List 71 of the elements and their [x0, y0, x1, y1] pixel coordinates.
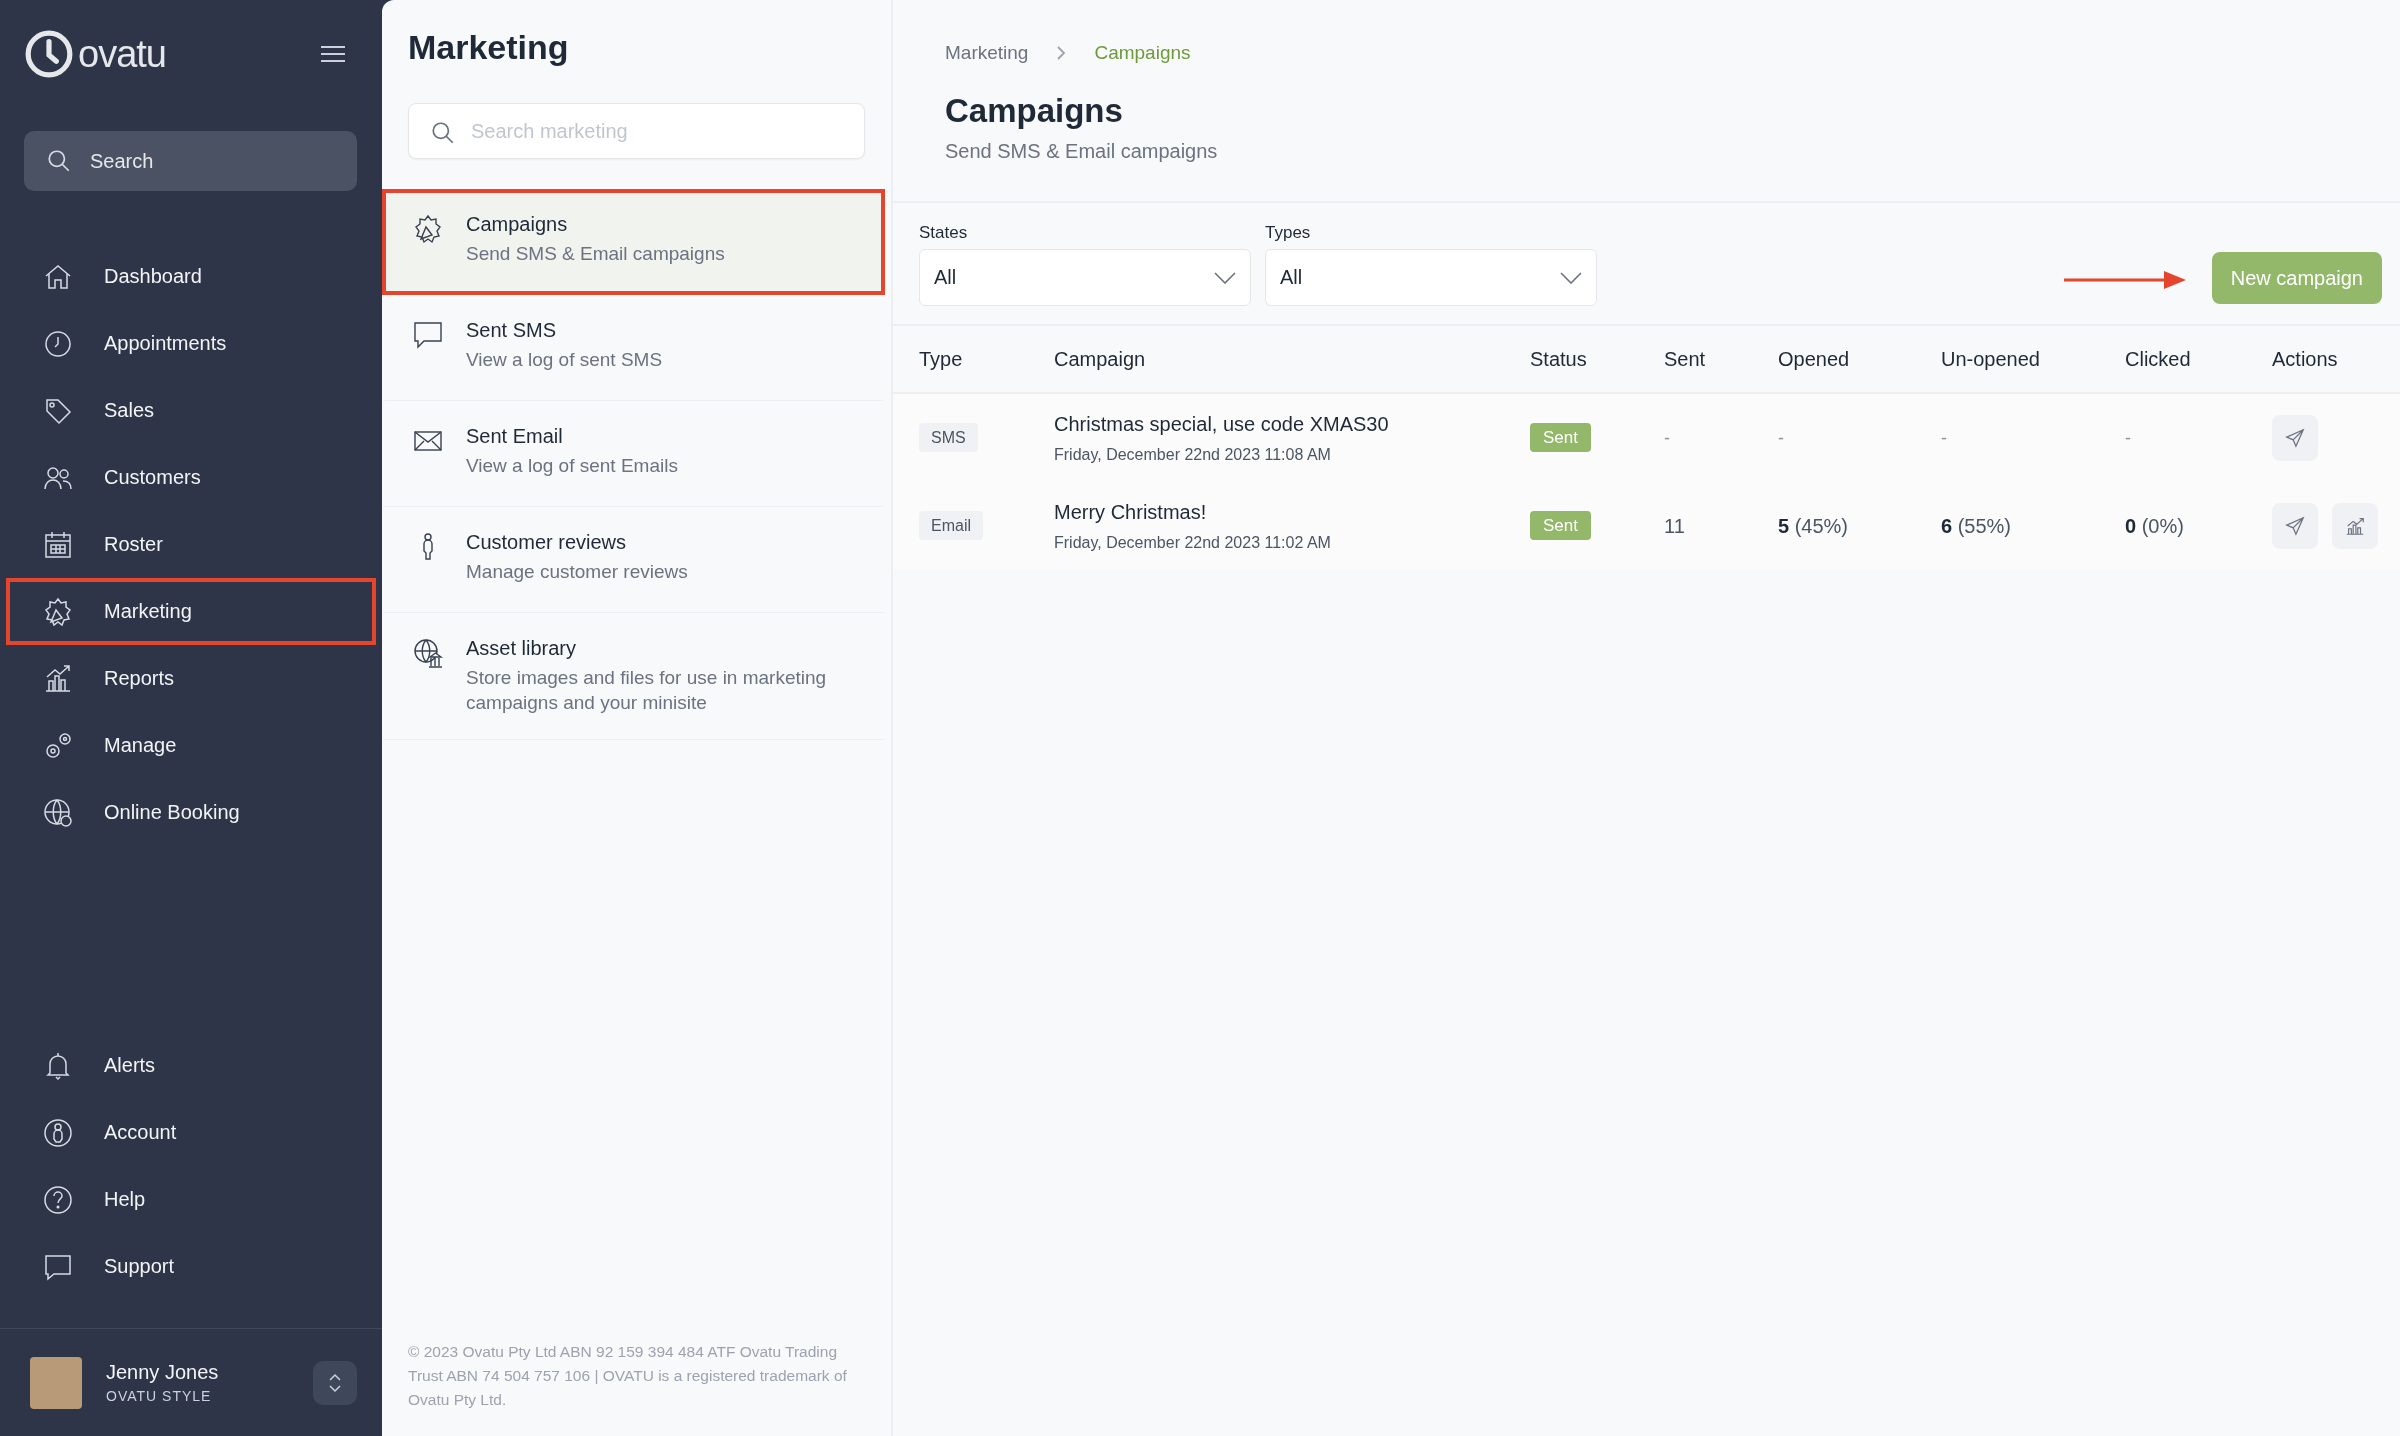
submenu-item[interactable]: Asset library Store images and files for use in marketing campaigns and your minisite	[382, 613, 885, 741]
logo-text: ovatu	[78, 32, 166, 76]
page-title: Campaigns	[945, 92, 1124, 130]
submenu-item[interactable]: Customer reviews Manage customer reviews	[382, 507, 885, 613]
item-description: Send SMS & Email campaigns	[466, 242, 725, 266]
item-title: Campaigns	[466, 213, 569, 236]
nav-item[interactable]: Customers	[6, 444, 376, 511]
campaign-date: Friday, December 22nd 2023 11:02 AM	[1054, 533, 1332, 552]
item-title: Asset library	[466, 637, 578, 660]
nav-item[interactable]: Account	[6, 1099, 376, 1166]
chevrons-icon	[327, 1371, 343, 1394]
menu-icon[interactable]	[320, 45, 346, 63]
copyright-text: © 2023 Ovatu Pty Ltd ABN 92 159 394 484 ATF Ovatu Trading Trust ABN 74 504 757 106 | OVATU is a registered trademark of Ovatu Pty Ltd.	[408, 1341, 848, 1410]
globe-icon	[412, 637, 444, 669]
chevron-down-icon	[1560, 271, 1582, 284]
send-button[interactable]	[2272, 503, 2318, 549]
paper-plane-icon	[2284, 427, 2306, 449]
nav-item[interactable]: Sales	[6, 377, 376, 444]
search-icon	[430, 120, 456, 146]
item-title: Sent Email	[466, 425, 564, 448]
submenu-item[interactable]: Campaigns Send SMS & Email campaigns	[382, 189, 885, 295]
campaign-date: Friday, December 22nd 2023 11:08 AM	[1054, 445, 1332, 464]
submenu-item[interactable]: Sent Email View a log of sent Emails	[382, 401, 885, 507]
filter-dropdown[interactable]: All	[919, 249, 1251, 306]
page-subtitle: Send SMS & Email campaigns	[945, 140, 1219, 163]
nav-item[interactable]: Manage	[6, 712, 376, 779]
chevron-right-icon	[1056, 45, 1067, 61]
person-circle-icon	[42, 1116, 74, 1149]
item-title: Sent SMS	[466, 319, 558, 342]
nav-item[interactable]: Roster	[6, 511, 376, 578]
nav-item[interactable]: Reports	[6, 645, 376, 712]
filter-label: Types	[1265, 223, 1312, 243]
user-name: Jenny Jones	[106, 1361, 220, 1384]
org-name: OVATU STYLE	[106, 1388, 213, 1404]
panel-title: Marketing	[408, 28, 570, 67]
breadcrumb-link[interactable]: Marketing	[945, 42, 1029, 64]
globe-icon	[42, 796, 74, 829]
speech-bubble-icon	[412, 319, 444, 351]
type-tag: SMS	[919, 423, 978, 452]
clock-logo-icon	[24, 29, 74, 79]
status-badge: Sent	[1530, 511, 1591, 540]
nav-item[interactable]: Dashboard	[6, 243, 376, 310]
search-field[interactable]: Search	[24, 131, 357, 191]
campaign-name: Merry Christmas!	[1054, 500, 1208, 524]
search-icon	[46, 148, 72, 174]
nav-item[interactable]: Alerts	[6, 1032, 376, 1099]
item-description: View a log of sent SMS	[466, 348, 663, 372]
nav-item[interactable]: Online Booking	[6, 779, 376, 846]
chart-icon	[2344, 515, 2366, 537]
help-icon	[42, 1183, 74, 1216]
send-button[interactable]	[2272, 415, 2318, 461]
item-description: View a log of sent Emails	[466, 454, 678, 478]
chevron-down-icon	[1214, 271, 1236, 284]
paper-plane-icon	[2284, 515, 2306, 537]
filter-dropdown[interactable]: All	[1265, 249, 1597, 306]
type-tag: Email	[919, 511, 983, 540]
item-description: Manage customer reviews	[466, 560, 688, 584]
nav-item[interactable]: Marketing	[6, 578, 376, 645]
campaign-name: Christmas special, use code XMAS30	[1054, 412, 1390, 436]
stats-button[interactable]	[2332, 503, 2378, 549]
search-field[interactable]: Search marketing	[408, 103, 865, 159]
nav-item[interactable]: Support	[6, 1233, 376, 1300]
account-switch-button[interactable]	[313, 1360, 357, 1405]
item-title: Customer reviews	[466, 531, 628, 554]
filter-label: States	[919, 223, 969, 243]
photo-placeholder	[30, 1356, 82, 1409]
nav-item[interactable]: Help	[6, 1166, 376, 1233]
status-badge: Sent	[1530, 423, 1591, 452]
submenu-item[interactable]: Sent SMS View a log of sent SMS	[382, 295, 885, 401]
item-description: Store images and files for use in marketing campaigns and your minisite	[466, 666, 828, 715]
nav-item[interactable]: Appointments	[6, 310, 376, 377]
